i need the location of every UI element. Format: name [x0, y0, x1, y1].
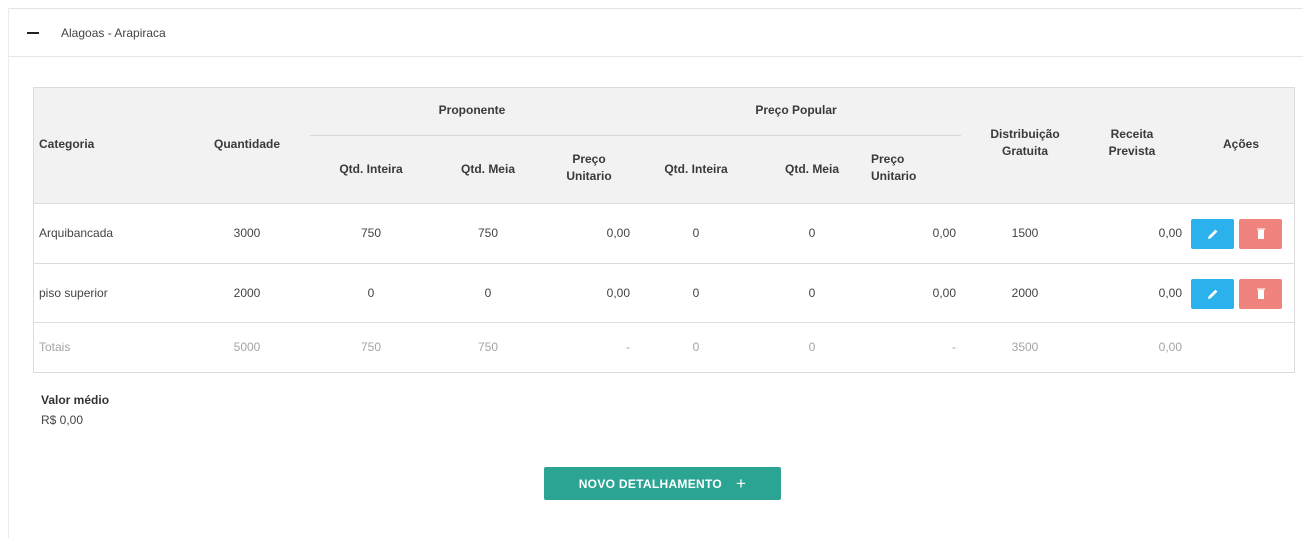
- header-pop-qtd-inteira: Qtd. Inteira: [664, 162, 728, 176]
- trash-icon: [1256, 288, 1265, 299]
- valor-medio-label: Valor médio: [41, 393, 110, 407]
- header-pop-qtd-meia: Qtd. Meia: [784, 162, 839, 176]
- novo-detalhamento-button[interactable]: NOVO DETALHAMENTO +: [544, 467, 781, 500]
- totals-row: Totais 5000 750 750 - 0 0 - 3500 0,00: [34, 323, 1294, 372]
- edit-button[interactable]: [1191, 219, 1234, 249]
- header-distribuicao-gratuita: Distribuição Gratuita: [990, 127, 1060, 158]
- header-prop-qtd-inteira: Qtd. Inteira: [339, 162, 403, 176]
- table-header: Categoria Quantidade Proponente Preço Po…: [34, 88, 1294, 204]
- header-proponente: Proponente: [438, 103, 506, 117]
- cell-prop-preco: 0,00: [606, 226, 630, 240]
- total-pop-preco: -: [952, 340, 956, 354]
- minus-icon[interactable]: [27, 27, 39, 39]
- delete-button[interactable]: [1239, 279, 1282, 309]
- header-preco-popular: Preço Popular: [755, 103, 837, 117]
- header-categoria: Categoria: [39, 137, 95, 151]
- cell-distribuicao: 2000: [1011, 286, 1039, 300]
- table-row: Arquibancada 3000 750 750 0,00 0 0 0,00 …: [34, 204, 1294, 264]
- total-pop-meia: 0: [808, 340, 816, 354]
- cell-pop-meia: 0: [808, 226, 816, 240]
- plus-icon: +: [736, 474, 747, 493]
- cell-prop-meia: 750: [477, 226, 499, 240]
- total-distribuicao: 3500: [1011, 340, 1039, 354]
- cell-receita: 0,00: [1158, 286, 1182, 300]
- group-divider: [310, 135, 961, 136]
- cell-prop-inteira: 750: [360, 226, 382, 240]
- trash-icon: [1256, 228, 1265, 239]
- delete-button[interactable]: [1239, 219, 1282, 249]
- totals-label: Totais: [39, 340, 71, 354]
- detalhamento-table: Categoria Quantidade Proponente Preço Po…: [33, 87, 1295, 373]
- total-receita: 0,00: [1158, 340, 1182, 354]
- cell-quantidade: 3000: [233, 226, 261, 240]
- table-row: piso superior 2000 0 0 0,00 0 0 0,00 200…: [34, 264, 1294, 323]
- cell-pop-preco: 0,00: [932, 226, 956, 240]
- cell-prop-preco: 0,00: [606, 286, 630, 300]
- total-prop-inteira: 750: [360, 340, 382, 354]
- header-pop-preco-unitario: Preço Unitario: [871, 152, 917, 183]
- header-acoes: Ações: [1222, 137, 1260, 151]
- novo-detalhamento-label: NOVO DETALHAMENTO: [578, 476, 723, 491]
- total-prop-meia: 750: [477, 340, 499, 354]
- cell-prop-inteira: 0: [367, 286, 375, 300]
- edit-button[interactable]: [1191, 279, 1234, 309]
- panel-header[interactable]: Alagoas - Arapiraca: [9, 9, 1303, 57]
- pencil-icon: [1207, 229, 1217, 239]
- total-pop-inteira: 0: [692, 340, 700, 354]
- cell-pop-meia: 0: [808, 286, 816, 300]
- cell-prop-meia: 0: [484, 286, 492, 300]
- cell-categoria: piso superior: [39, 286, 108, 300]
- pencil-icon: [1207, 289, 1217, 299]
- header-quantidade: Quantidade: [213, 137, 280, 151]
- cell-pop-inteira: 0: [692, 226, 700, 240]
- total-prop-preco: -: [626, 340, 630, 354]
- cell-pop-inteira: 0: [692, 286, 700, 300]
- total-quantidade: 5000: [233, 340, 261, 354]
- header-prop-qtd-meia: Qtd. Meia: [460, 162, 515, 176]
- panel-left-border: [8, 8, 9, 538]
- cell-distribuicao: 1500: [1011, 226, 1039, 240]
- panel-title: Alagoas - Arapiraca: [61, 25, 166, 40]
- header-prop-preco-unitario: Preço Unitario: [566, 152, 612, 183]
- cell-categoria: Arquibancada: [39, 226, 114, 240]
- cell-pop-preco: 0,00: [932, 286, 956, 300]
- header-receita-prevista: Receita Prevista: [1108, 127, 1156, 158]
- cell-receita: 0,00: [1158, 226, 1182, 240]
- valor-medio-value: R$ 0,00: [41, 413, 84, 427]
- cell-quantidade: 2000: [233, 286, 261, 300]
